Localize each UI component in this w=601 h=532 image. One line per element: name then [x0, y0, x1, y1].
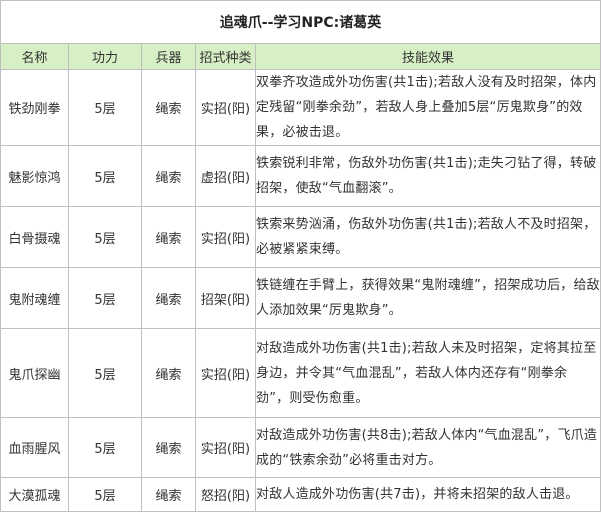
skill-level: 5层	[68, 206, 142, 268]
skill-type: 实招(阳)	[195, 206, 256, 268]
header-weapon: 兵器	[141, 43, 196, 70]
skill-type: 怒招(阳)	[195, 477, 256, 512]
skill-name: 鬼爪探幽	[0, 328, 69, 418]
table-row: 魅影惊鸿 5层 绳索 虚招(阳) 铁索锐利非常，伤敌外功伤害(共1击);走失刁钻…	[0, 145, 601, 207]
skill-effect: 对敌造成外功伤害(共8击);若敌人体内“气血混乱”，飞爪造成的“铁索余劲”必将重…	[254, 417, 601, 478]
header-name: 名称	[0, 43, 69, 70]
skill-effect: 铁链缠在手臂上，获得效果“鬼附魂缠”，招架成功后，给敌人添加效果“厉鬼欺身”。	[254, 267, 601, 329]
skill-name: 大漠孤魂	[0, 477, 69, 512]
table-title: 追魂爪--学习NPC:诸葛英	[0, 0, 601, 44]
skill-level: 5层	[68, 267, 142, 329]
skill-effect: 对敌造成外功伤害(共1击);若敌人未及时招架，定将其拉至身边，并令其“气血混乱”…	[254, 328, 601, 418]
skill-type: 招架(阳)	[195, 267, 256, 329]
header-row: 名称 功力 兵器 招式种类 技能效果	[0, 43, 601, 70]
skill-effect: 铁索锐利非常，伤敌外功伤害(共1击);走失刁钻了得，转破招架，使敌“气血翻滚”。	[254, 145, 601, 207]
table-row: 铁劲刚拳 5层 绳索 实招(阳) 双拳齐攻造成外功伤害(共1击);若敌人没有及时…	[0, 69, 601, 146]
skill-name: 魅影惊鸿	[0, 145, 69, 207]
header-effect: 技能效果	[254, 43, 601, 70]
skill-name: 鬼附魂缠	[0, 267, 69, 329]
skill-name: 白骨摄魂	[0, 206, 69, 268]
skill-effect: 双拳齐攻造成外功伤害(共1击);若敌人没有及时招架，体内定残留“刚拳余劲”，若敌…	[254, 69, 601, 146]
skill-type: 实招(阳)	[195, 69, 256, 146]
table-row: 白骨摄魂 5层 绳索 实招(阳) 铁索来势汹涌，伤敌外功伤害(共1击);若敌人不…	[0, 206, 601, 268]
table-row: 血雨腥风 5层 绳索 实招(阳) 对敌造成外功伤害(共8击);若敌人体内“气血混…	[0, 417, 601, 478]
table-row: 鬼附魂缠 5层 绳索 招架(阳) 铁链缠在手臂上，获得效果“鬼附魂缠”，招架成功…	[0, 267, 601, 329]
skill-table: 追魂爪--学习NPC:诸葛英 名称 功力 兵器 招式种类 技能效果 铁劲刚拳 5…	[0, 0, 601, 512]
skill-effect: 铁索来势汹涌，伤敌外功伤害(共1击);若敌人不及时招架，必被紧紧束缚。	[254, 206, 601, 268]
skill-weapon: 绳索	[141, 69, 196, 146]
skill-weapon: 绳索	[141, 477, 196, 512]
skill-level: 5层	[68, 145, 142, 207]
skill-effect: 对敌人造成外功伤害(共7击)，并将未招架的敌人击退。	[254, 477, 601, 512]
table-row: 大漠孤魂 5层 绳索 怒招(阳) 对敌人造成外功伤害(共7击)，并将未招架的敌人…	[0, 477, 601, 512]
skill-level: 5层	[68, 69, 142, 146]
header-move-type: 招式种类	[195, 43, 256, 70]
skill-type: 虚招(阳)	[195, 145, 256, 207]
skill-level: 5层	[68, 328, 142, 418]
table-row: 鬼爪探幽 5层 绳索 实招(阳) 对敌造成外功伤害(共1击);若敌人未及时招架，…	[0, 328, 601, 418]
skill-weapon: 绳索	[141, 328, 196, 418]
skill-type: 实招(阳)	[195, 417, 256, 478]
title-row: 追魂爪--学习NPC:诸葛英	[0, 0, 601, 44]
skill-weapon: 绳索	[141, 145, 196, 207]
skill-weapon: 绳索	[141, 417, 196, 478]
header-level: 功力	[68, 43, 142, 70]
skill-type: 实招(阳)	[195, 328, 256, 418]
skill-level: 5层	[68, 477, 142, 512]
skill-weapon: 绳索	[141, 206, 196, 268]
skill-name: 铁劲刚拳	[0, 69, 69, 146]
skill-name: 血雨腥风	[0, 417, 69, 478]
skill-level: 5层	[68, 417, 142, 478]
skill-weapon: 绳索	[141, 267, 196, 329]
